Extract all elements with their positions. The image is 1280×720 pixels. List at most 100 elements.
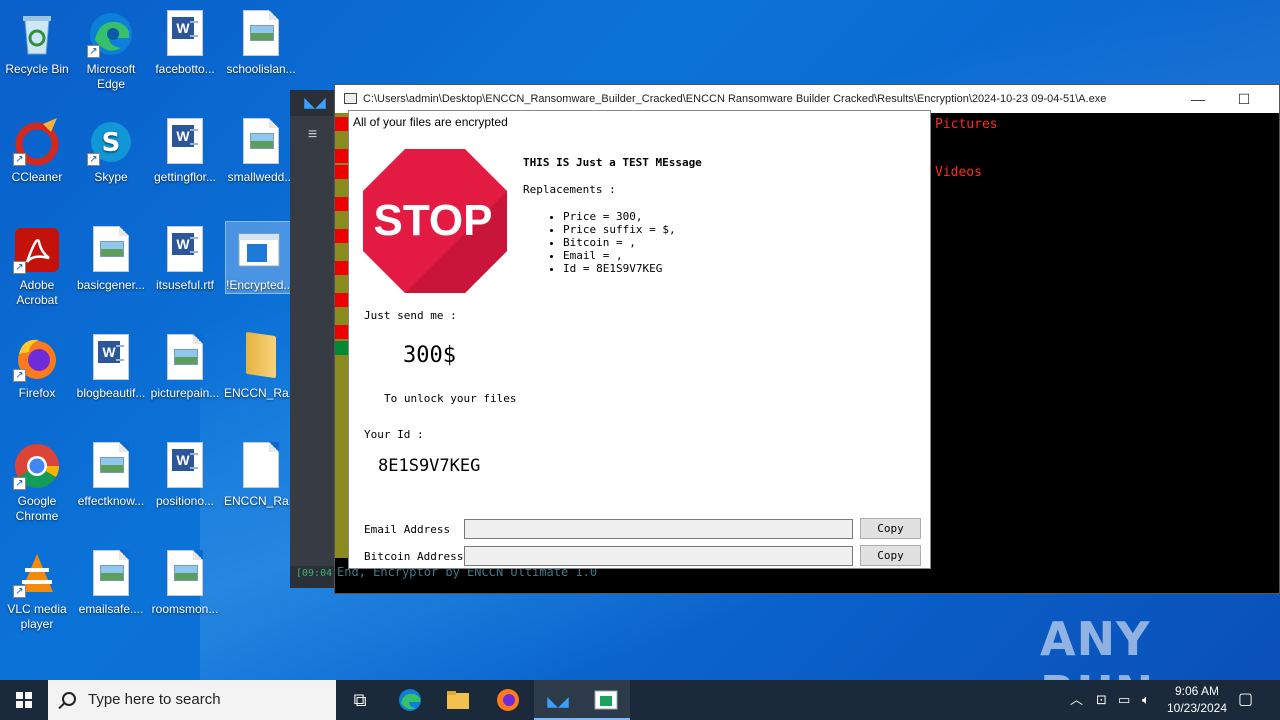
message-heading: THIS IS Just a TEST MEssage xyxy=(523,156,702,169)
desktop-icon-label: effectknow... xyxy=(77,494,145,508)
desktop-icon-label: schoolislan... xyxy=(226,62,296,76)
desktop-icon-itsuseful[interactable]: W itsuseful.rtf xyxy=(148,222,222,293)
victim-id: 8E1S9V7KEG xyxy=(378,456,481,476)
desktop-icon-label: smallwedd... xyxy=(227,170,295,184)
desktop-icon-google-chrome[interactable]: ↗ Google Chrome xyxy=(0,438,74,524)
image-file-icon xyxy=(237,118,285,166)
desktop-icon-blogbeautif[interactable]: W blogbeautif... xyxy=(74,330,148,401)
list-item: Id = 8E1S9V7KEG xyxy=(563,262,702,275)
list-item: Price = 300, xyxy=(563,210,702,223)
desktop-icon-label: gettingflor... xyxy=(153,170,217,184)
desktop-icon-label: emailsafe.... xyxy=(78,602,144,616)
desktop-icon-facebotto[interactable]: W facebotto... xyxy=(148,6,222,77)
desktop-icon-adobe-acrobat[interactable]: ↗ Adobe Acrobat xyxy=(0,222,74,308)
desktop-icon-enccn-folder[interactable]: ENCCN_Ra... xyxy=(224,330,299,401)
image-file-icon xyxy=(161,550,209,598)
ransom-dialog[interactable]: All of your files are encrypted STOP THI… xyxy=(348,110,931,569)
email-field[interactable] xyxy=(464,519,853,539)
desktop-icon-firefox[interactable]: ↗ Firefox xyxy=(0,330,74,401)
task-view-icon[interactable]: ⧉ xyxy=(336,680,384,720)
taskbar-clock[interactable]: 9:06 AM 10/23/2024 xyxy=(1160,683,1234,717)
desktop-icon-label: Skype xyxy=(94,170,128,184)
shortcut-arrow-icon: ↗ xyxy=(13,585,26,598)
console-folder-videos: Videos xyxy=(935,165,982,180)
desktop-icon-label: roomsmon... xyxy=(151,602,219,616)
desktop-icon-schoolislan[interactable]: schoolislan... xyxy=(224,6,298,77)
notification-icon[interactable]: ▢ xyxy=(1238,680,1253,720)
bitcoin-field[interactable] xyxy=(464,546,853,566)
taskbar-edge-icon[interactable] xyxy=(386,680,434,720)
minimize-icon[interactable]: — xyxy=(1175,85,1221,113)
desktop-icon-label: Microsoft Edge xyxy=(86,62,136,91)
edge-icon: ↗ xyxy=(87,10,135,58)
desktop-icon-label: ENCCN_Ra... xyxy=(224,386,299,400)
desktop-icon-label: CCleaner xyxy=(11,170,63,184)
desktop-icon-vlc[interactable]: ↗ VLC media player xyxy=(0,546,74,632)
desktop-icon-basicgener[interactable]: basicgener... xyxy=(74,222,148,293)
taskbar-search-box[interactable]: Type here to search xyxy=(48,680,336,720)
desktop-icon-enccn-file[interactable]: ENCCN_Ra... xyxy=(224,438,299,509)
console-titlebar[interactable]: C:\Users\admin\Desktop\ENCCN_Ransomware_… xyxy=(335,85,1279,113)
desktop-icon-label: positiono... xyxy=(155,494,215,508)
desktop-icon-skype[interactable]: S ↗ Skype xyxy=(74,114,148,185)
desktop-icon-label: picturepain... xyxy=(150,386,220,400)
message-block: THIS IS Just a TEST MEssage Replacements… xyxy=(523,156,702,275)
desktop-icon-gettingflor[interactable]: W gettingflor... xyxy=(148,114,222,185)
copy-email-button[interactable]: Copy xyxy=(860,518,921,539)
list-item: Price suffix = $, xyxy=(563,223,702,236)
id-label: Your Id : xyxy=(364,428,424,441)
console-folder-pictures: Pictures xyxy=(935,117,998,132)
desktop-icon-ccleaner[interactable]: ↗ CCleaner xyxy=(0,114,74,185)
desktop-icon-label: blogbeautif... xyxy=(76,386,146,400)
hamburger-menu-icon[interactable]: ≡ xyxy=(290,116,335,566)
ransom-amount: 300$ xyxy=(403,343,456,368)
email-row: Email Address Copy xyxy=(364,518,924,541)
desktop-icon-label: VLC media player xyxy=(7,602,67,631)
shortcut-arrow-icon: ↗ xyxy=(13,261,26,274)
taskbar-firefox-icon[interactable] xyxy=(484,680,532,720)
desktop-icon-recycle-bin[interactable]: Recycle Bin xyxy=(0,6,74,77)
desktop-icon-encrypted[interactable]: !Encrypted... xyxy=(225,221,293,294)
chevron-up-icon[interactable]: ︿ xyxy=(1070,680,1083,720)
shortcut-arrow-icon: ↗ xyxy=(13,477,26,490)
volume-icon[interactable]: 🔈︎ xyxy=(1142,680,1150,720)
desktop-icon-effectknow[interactable]: effectknow... xyxy=(74,438,148,509)
maximize-icon[interactable]: ☐ xyxy=(1221,85,1267,113)
desktop-icon-roomsmon[interactable]: roomsmon... xyxy=(148,546,222,617)
desktop-icon-smallwedd[interactable]: smallwedd... xyxy=(224,114,298,185)
console-app-icon xyxy=(344,93,357,104)
bitcoin-label: Bitcoin Address xyxy=(364,550,464,563)
network-icon[interactable]: ▭ xyxy=(1118,680,1130,720)
taskbar-app-logo-icon[interactable]: ◣◢ xyxy=(534,680,582,720)
taskbar: Type here to search ⧉ ◣◢ ︿ ⊡ ▭ 🔈︎ 9:06 A… xyxy=(0,680,1280,720)
shortcut-arrow-icon: ↗ xyxy=(13,153,26,166)
desktop-icon-label: itsuseful.rtf xyxy=(155,278,215,292)
desktop-icon-label: Google Chrome xyxy=(15,494,59,523)
start-button[interactable] xyxy=(0,680,48,720)
taskbar-window-icon[interactable] xyxy=(582,680,630,720)
firefox-icon: ↗ xyxy=(13,334,61,382)
desktop-icon-picturepain[interactable]: picturepain... xyxy=(148,330,222,401)
log-time-fragment: [09:04: xyxy=(296,568,339,579)
console-log-strip xyxy=(335,113,349,558)
recycle-bin-icon xyxy=(13,10,61,58)
background-app-window[interactable]: ◣◢ ≡ [09:04: xyxy=(290,90,340,588)
desktop-icon-emailsafe[interactable]: emailsafe.... xyxy=(74,546,148,617)
vlc-icon: ↗ xyxy=(13,550,61,598)
copy-bitcoin-button[interactable]: Copy xyxy=(860,545,921,566)
desktop-icon-microsoft-edge[interactable]: ↗ Microsoft Edge xyxy=(74,6,148,92)
desktop-icon-label: ENCCN_Ra... xyxy=(224,494,299,508)
acrobat-icon: ↗ xyxy=(13,226,61,274)
desktop-icon-label: basicgener... xyxy=(76,278,146,292)
network-adapter-icon[interactable]: ⊡ xyxy=(1096,680,1107,720)
clock-time: 9:06 AM xyxy=(1174,684,1220,698)
desktop-icon-positiono[interactable]: W positiono... xyxy=(148,438,222,509)
taskbar-file-explorer-icon[interactable] xyxy=(434,680,482,720)
desktop-icon-label: facebotto... xyxy=(155,62,215,76)
word-doc-icon: W xyxy=(87,334,135,382)
dialog-title: All of your files are encrypted xyxy=(353,115,508,129)
unlock-text: To unlock your files xyxy=(384,392,517,405)
image-file-icon xyxy=(87,442,135,490)
email-label: Email Address xyxy=(364,523,451,536)
app-logo-icon: ◣◢ xyxy=(304,94,326,110)
